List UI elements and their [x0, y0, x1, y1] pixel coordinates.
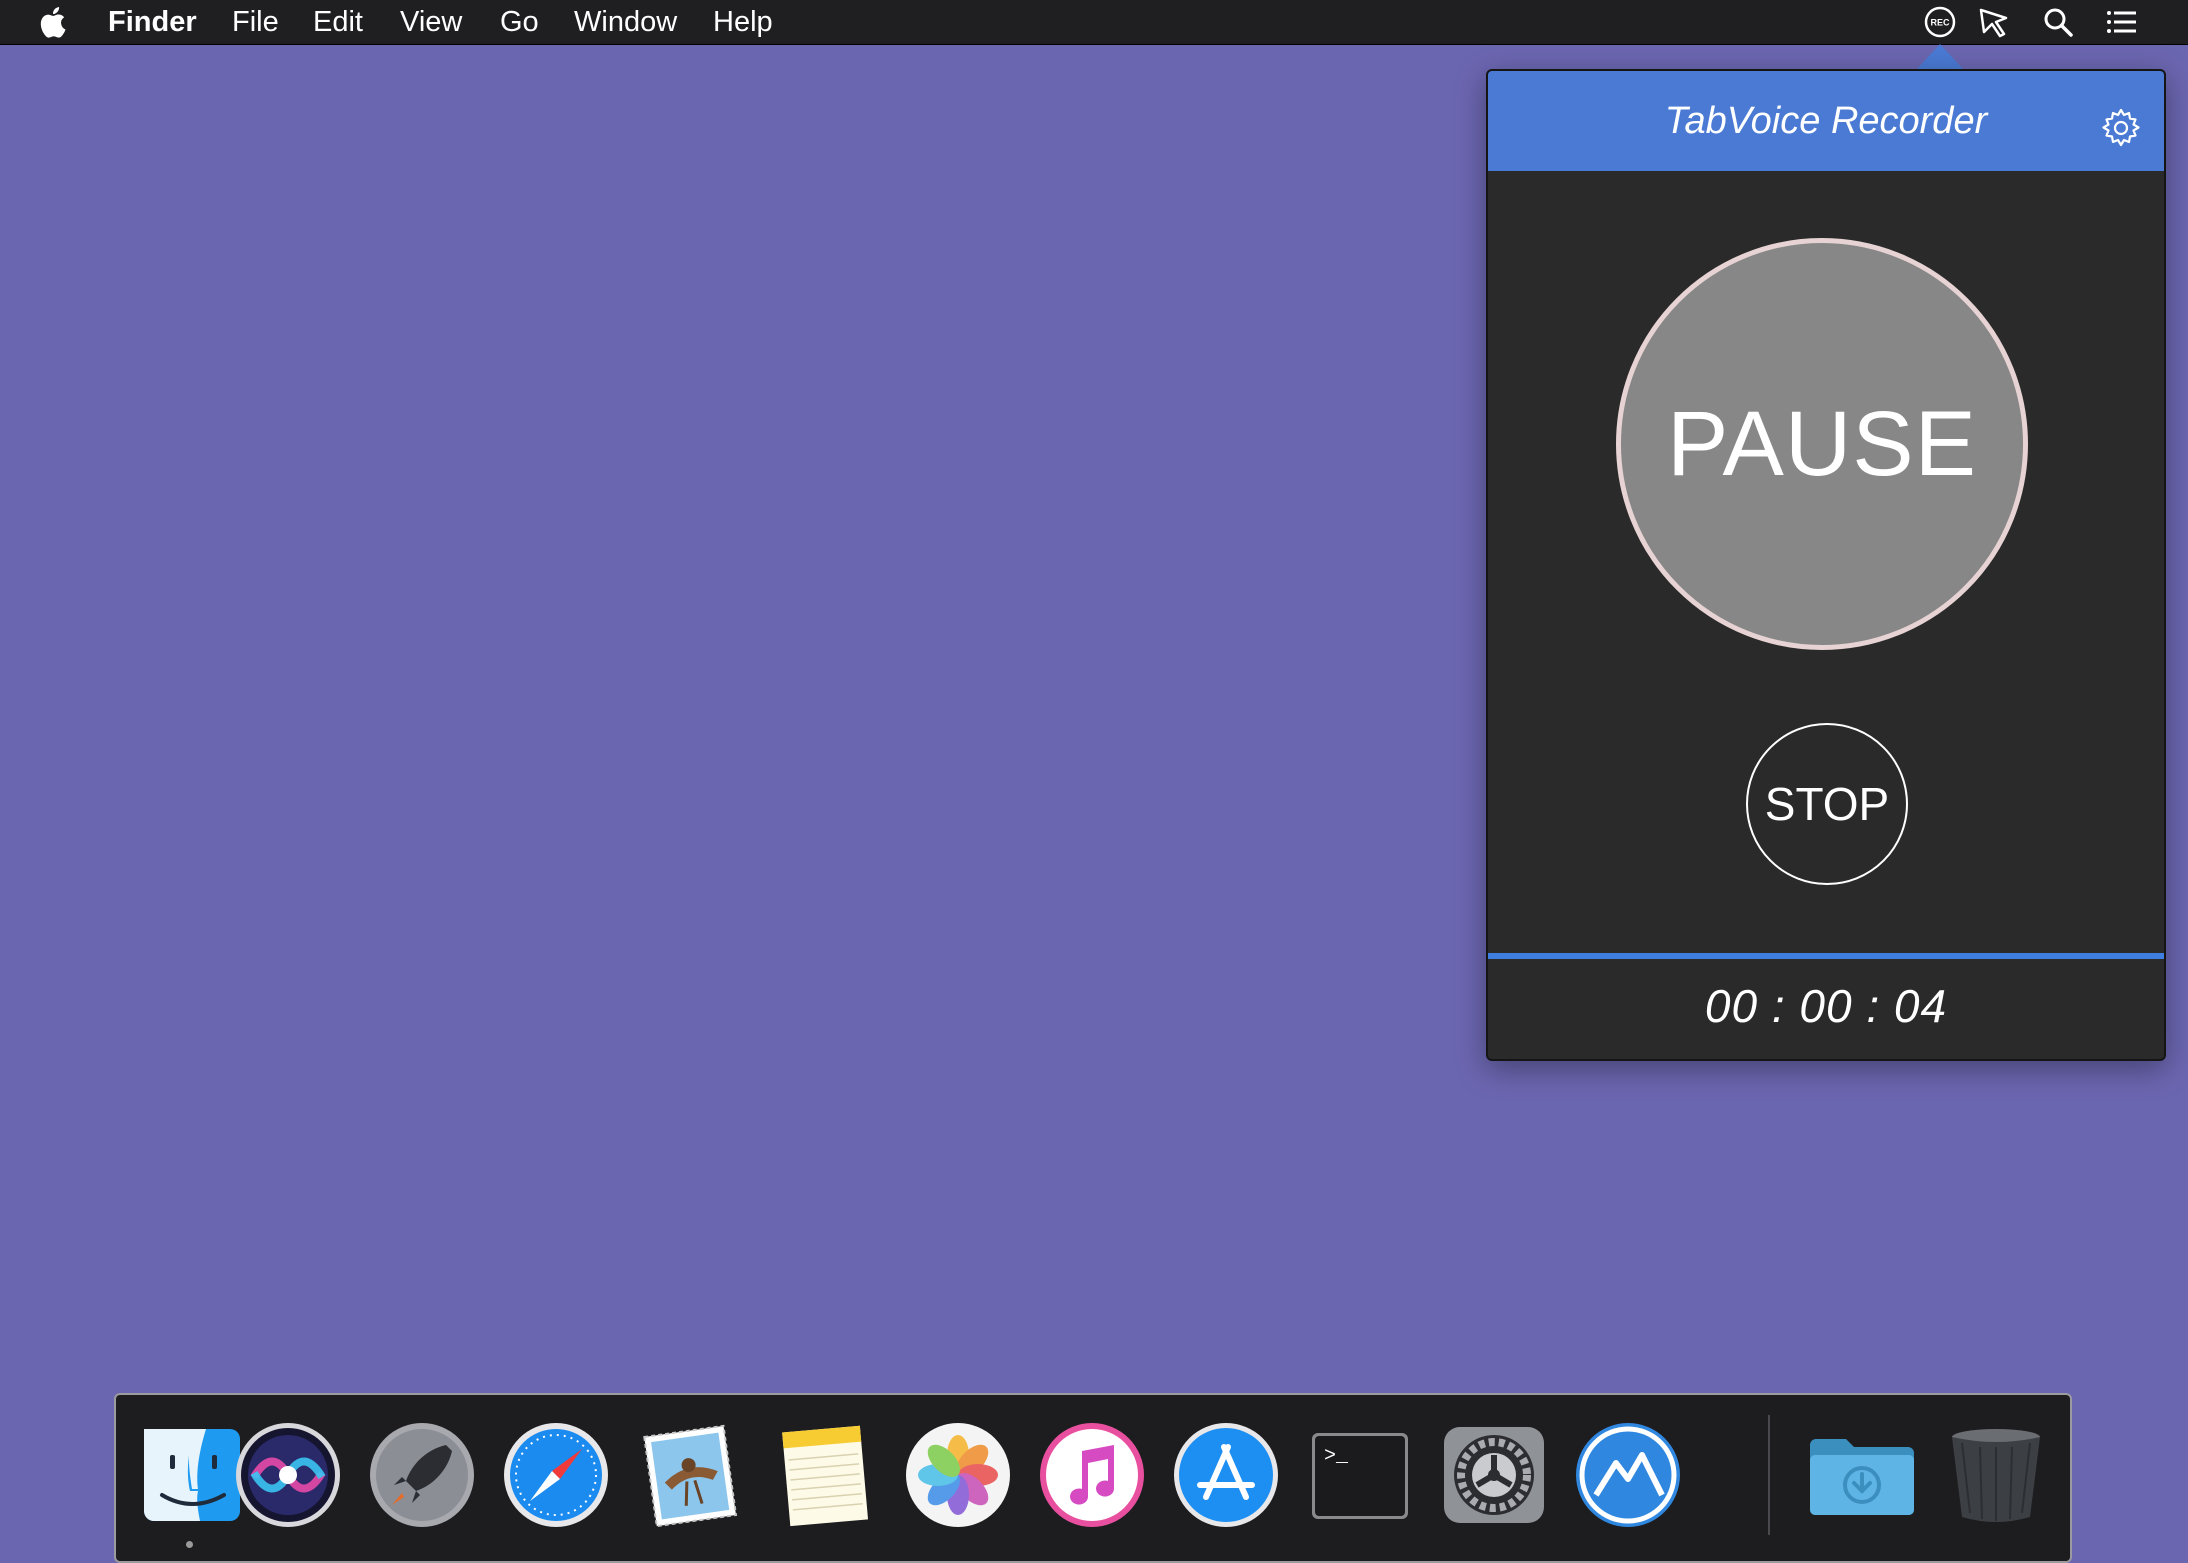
menu-app-name[interactable]: Finder — [108, 0, 197, 44]
mail-icon[interactable] — [634, 1419, 746, 1531]
itunes-icon[interactable] — [1036, 1419, 1148, 1531]
system-preferences-icon[interactable] — [1438, 1419, 1550, 1531]
downloads-folder-icon[interactable] — [1806, 1419, 1918, 1531]
popover-title: TabVoice Recorder — [1664, 100, 1988, 142]
menu-file[interactable]: File — [232, 0, 279, 44]
gear-icon[interactable] — [2100, 107, 2142, 149]
menu-window[interactable]: Window — [574, 0, 677, 44]
notes-icon[interactable] — [768, 1419, 880, 1531]
recording-progress-fill — [1488, 953, 2164, 959]
screen-capture-icon[interactable] — [1976, 4, 2012, 40]
popover-header: TabVoice Recorder — [1488, 71, 2164, 171]
dock-separator — [1768, 1415, 1770, 1535]
menu-edit[interactable]: Edit — [313, 0, 363, 44]
pause-label: PAUSE — [1666, 392, 1978, 495]
tabvoice-recorder-popover: TabVoice Recorder PAUSE STOP 00 : 00 : 0… — [1486, 69, 2166, 1061]
menu-view[interactable]: View — [400, 0, 462, 44]
rec-label: REC — [1930, 18, 1950, 28]
finder-running-indicator — [186, 1541, 193, 1548]
stop-label: STOP — [1764, 778, 1890, 830]
elapsed-timer: 00 : 00 : 04 — [1704, 980, 1948, 1032]
terminal-icon[interactable]: >_ — [1304, 1419, 1416, 1531]
menu-bar: Finder File Edit View Go Window Help REC — [0, 0, 2188, 45]
spotlight-search-icon[interactable] — [2040, 4, 2076, 40]
app-store-icon[interactable] — [1170, 1419, 1282, 1531]
terminal-prompt: >_ — [1324, 1445, 1349, 1468]
trash-icon[interactable] — [1940, 1419, 2052, 1531]
rec-icon[interactable]: REC — [1922, 4, 1958, 40]
pause-button[interactable]: PAUSE — [1616, 238, 2028, 650]
menu-go[interactable]: Go — [500, 0, 539, 44]
apple-logo-icon[interactable] — [38, 4, 72, 40]
menu-help[interactable]: Help — [713, 0, 773, 44]
recording-progress-bar — [1488, 953, 2164, 959]
dock: >_ — [114, 1393, 2072, 1563]
notification-center-icon[interactable] — [2104, 4, 2140, 40]
app-icon[interactable] — [1572, 1419, 1684, 1531]
popover-arrow — [1916, 44, 1964, 70]
photos-icon[interactable] — [902, 1419, 1014, 1531]
stop-button[interactable]: STOP — [1746, 723, 1908, 885]
siri-icon[interactable] — [232, 1419, 344, 1531]
safari-icon[interactable] — [500, 1419, 612, 1531]
launchpad-icon[interactable] — [366, 1419, 478, 1531]
